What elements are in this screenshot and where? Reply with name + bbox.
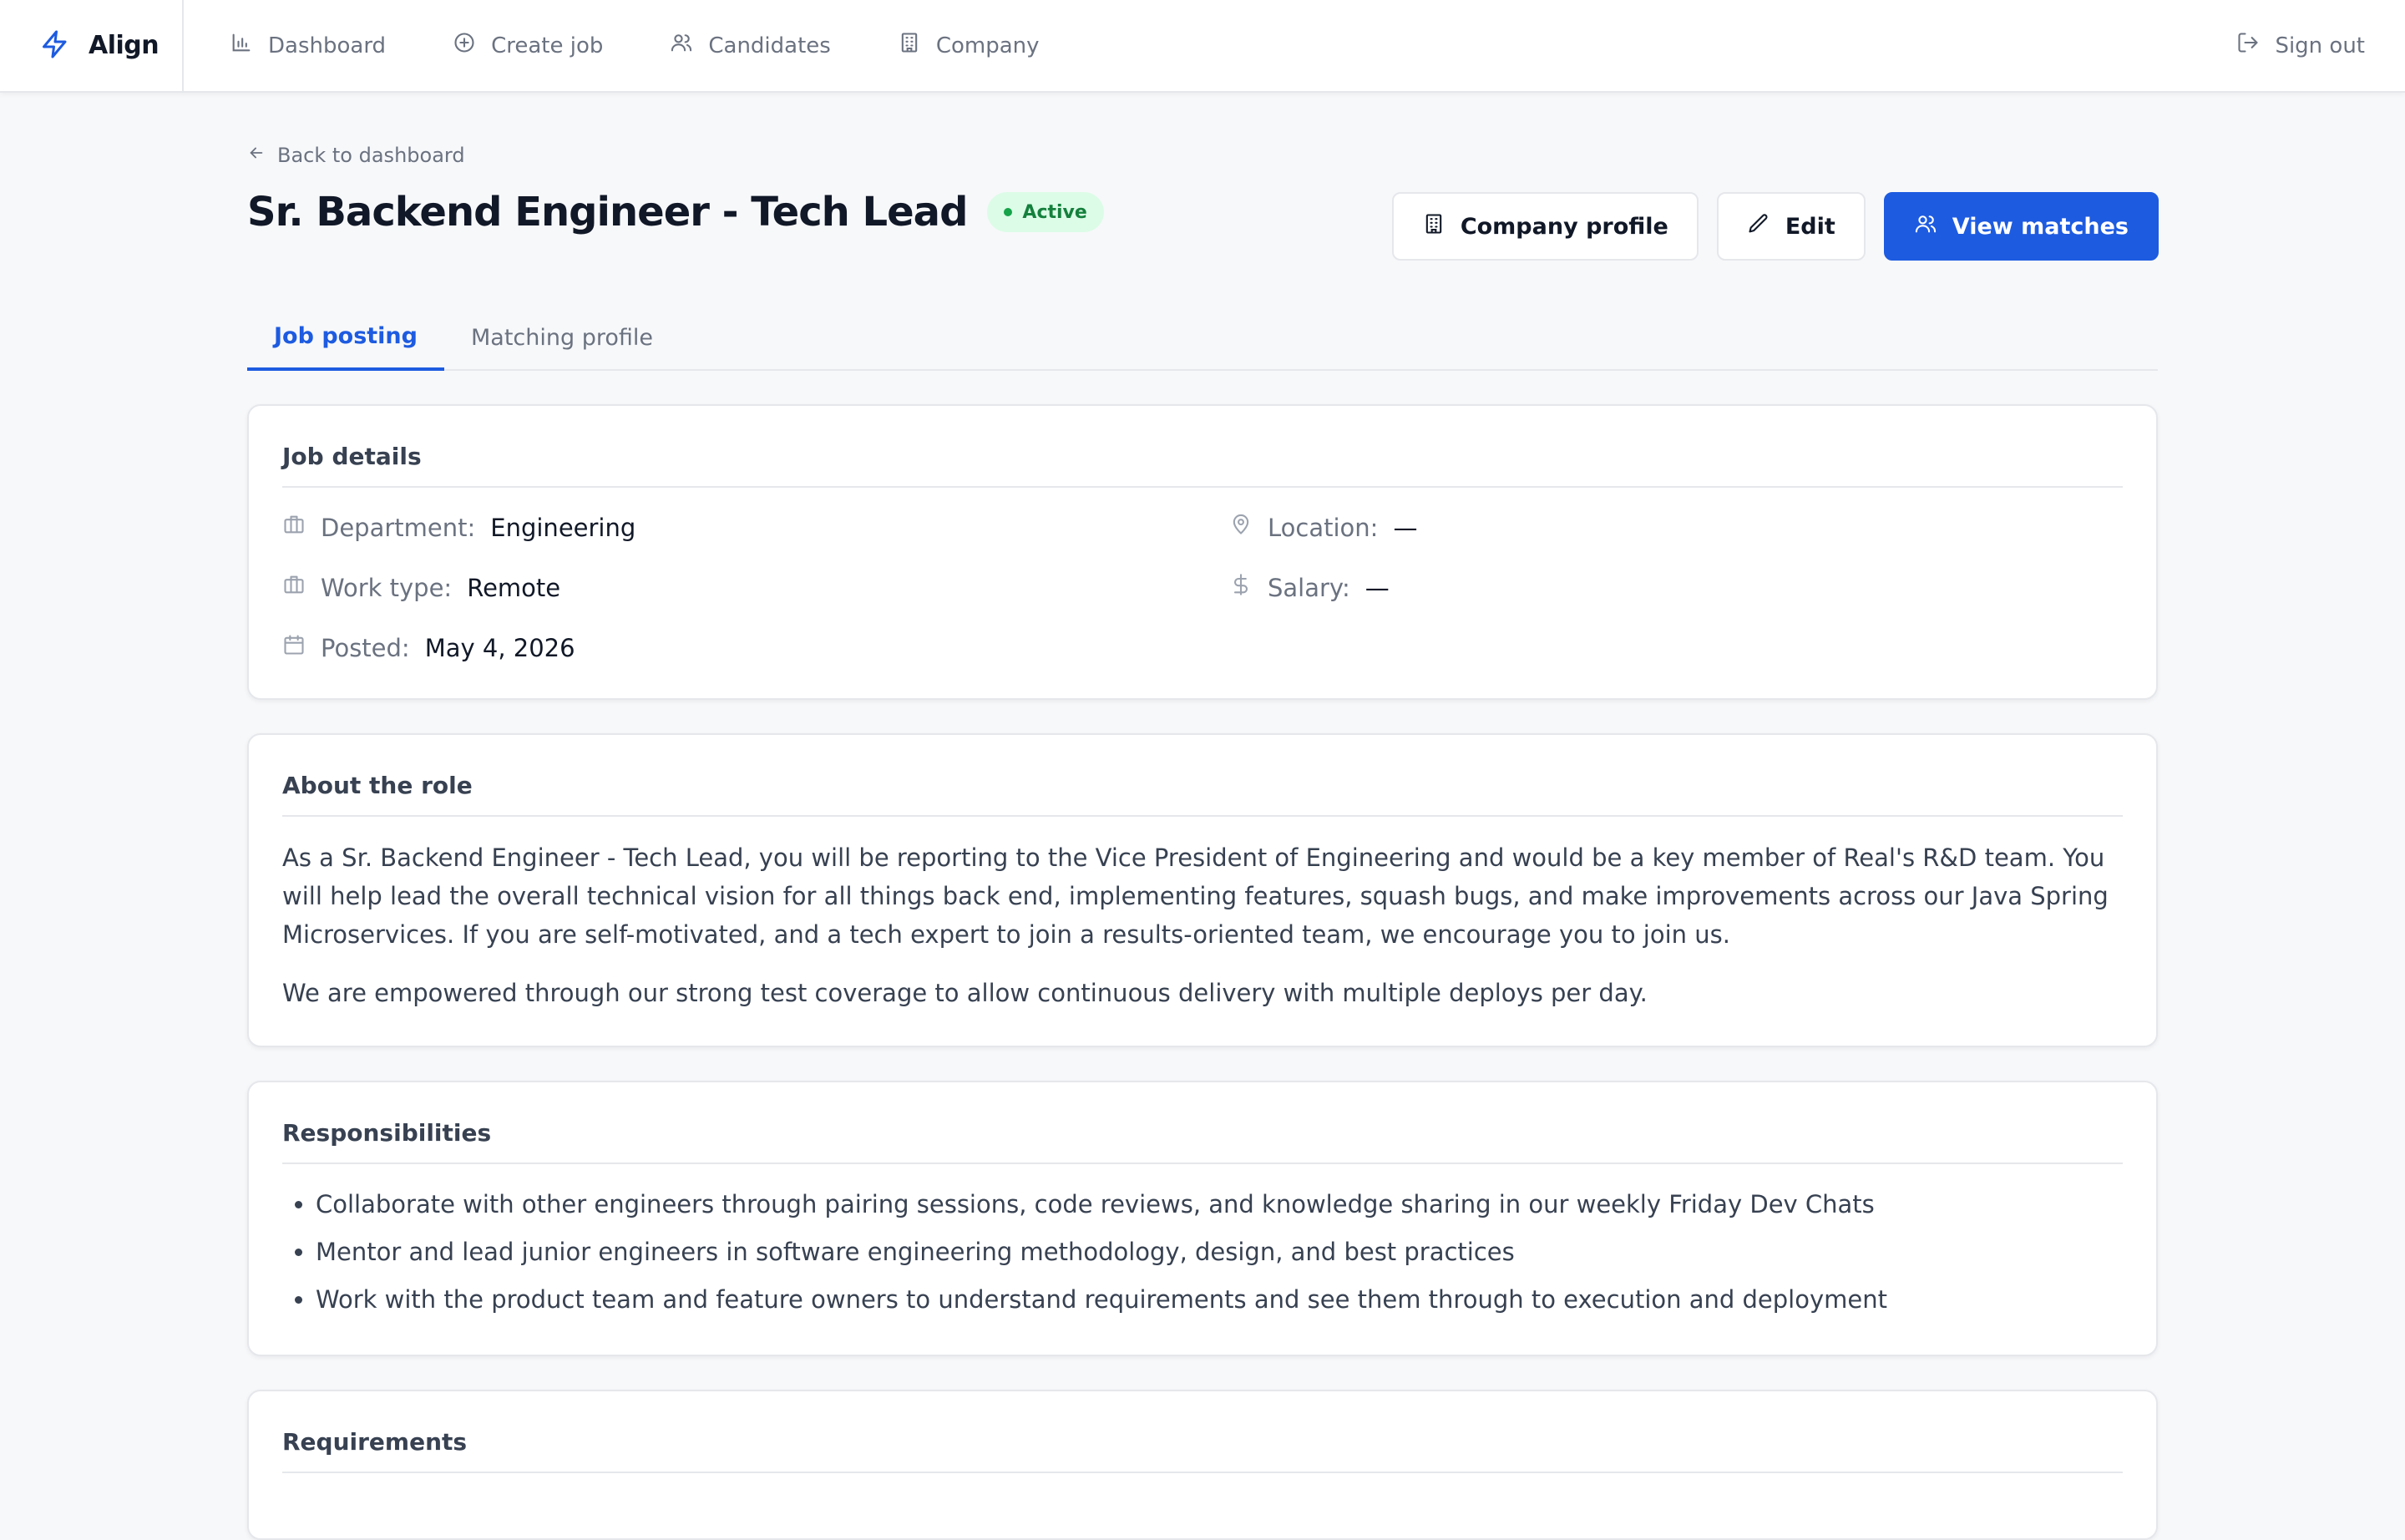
card-title: About the role — [282, 735, 2123, 817]
nav-item-candidates[interactable]: Candidates — [670, 31, 831, 60]
briefcase-icon — [282, 573, 306, 602]
arrow-left-icon — [247, 144, 266, 167]
job-details-card: Job details Department: Engineering Loca… — [247, 404, 2158, 700]
job-details-grid: Department: Engineering Location: — Work… — [282, 488, 2123, 697]
detail-value: Remote — [467, 573, 561, 602]
dollar-sign-icon — [1229, 573, 1253, 602]
about-role-card: About the role As a Sr. Backend Engineer… — [247, 733, 2158, 1047]
detail-label: Department: — [321, 513, 476, 542]
company-profile-label: Company profile — [1460, 213, 1668, 240]
users-icon — [670, 31, 693, 60]
tab-job-posting[interactable]: Job posting — [247, 304, 444, 371]
responsibilities-list: Collaborate with other engineers through… — [282, 1189, 2123, 1315]
nav-item-label: Candidates — [708, 33, 831, 58]
map-pin-icon — [1229, 513, 1253, 542]
top-navigation-bar: Align Dashboard Create job Candidates Co… — [0, 0, 2405, 93]
users-icon — [1914, 212, 1937, 241]
card-title: Responsibilities — [282, 1082, 2123, 1164]
title-row: Sr. Backend Engineer - Tech Lead Active — [247, 189, 1104, 236]
back-to-dashboard-link[interactable]: Back to dashboard — [247, 144, 465, 167]
nav-item-company[interactable]: Company — [898, 31, 1040, 60]
company-profile-button[interactable]: Company profile — [1391, 192, 1699, 261]
detail-value: May 4, 2026 — [424, 633, 575, 662]
building-icon — [898, 31, 921, 60]
pencil-icon — [1747, 212, 1770, 241]
about-paragraph: As a Sr. Backend Engineer - Tech Lead, y… — [282, 843, 2109, 949]
plus-circle-icon — [453, 31, 476, 60]
detail-value: — — [1393, 513, 1418, 542]
nav-item-create-job[interactable]: Create job — [453, 31, 603, 60]
status-badge: Active — [987, 192, 1104, 232]
edit-button[interactable]: Edit — [1716, 192, 1866, 261]
list-item: Collaborate with other engineers through… — [316, 1189, 2123, 1219]
card-title: Job details — [282, 406, 2123, 488]
nav-item-label: Create job — [491, 33, 604, 58]
detail-label: Posted: — [321, 633, 410, 662]
bar-chart-icon — [230, 31, 253, 60]
brand-logo[interactable]: Align — [0, 0, 184, 91]
detail-department: Department: Engineering — [282, 513, 635, 542]
detail-work-type: Work type: Remote — [282, 573, 560, 602]
detail-label: Work type: — [321, 573, 453, 602]
sign-out-icon — [2236, 31, 2260, 60]
tab-bar: Job posting Matching profile — [247, 304, 2158, 371]
sign-out-label: Sign out — [2275, 33, 2365, 58]
edit-label: Edit — [1785, 213, 1835, 240]
detail-posted: Posted: May 4, 2026 — [282, 633, 575, 662]
list-item: Mentor and lead junior engineers in soft… — [316, 1237, 2123, 1267]
nav-item-label: Company — [935, 33, 1040, 58]
card-title: Requirements — [282, 1391, 2123, 1473]
briefcase-icon — [282, 513, 306, 542]
detail-salary: Salary: — — [1229, 573, 1390, 602]
detail-label: Location: — [1268, 513, 1379, 542]
calendar-icon — [282, 633, 306, 662]
responsibilities-card: Responsibilities Collaborate with other … — [247, 1081, 2158, 1356]
list-item: Work with the product team and feature o… — [316, 1284, 2123, 1315]
page-title: Sr. Backend Engineer - Tech Lead — [247, 189, 968, 236]
back-link-label: Back to dashboard — [277, 144, 465, 167]
lightning-bolt-icon — [40, 28, 70, 63]
status-label: Active — [1022, 201, 1087, 223]
header-actions: Company profile Edit View matches — [1391, 192, 2159, 261]
about-paragraph: We are empowered through our strong test… — [282, 979, 1648, 1007]
building-icon — [1422, 212, 1446, 241]
nav-item-label: Dashboard — [268, 33, 387, 58]
detail-value: Engineering — [490, 513, 636, 542]
view-matches-button[interactable]: View matches — [1883, 192, 2159, 261]
detail-label: Salary: — [1268, 573, 1350, 602]
brand-name: Align — [89, 31, 159, 60]
status-dot — [1004, 208, 1013, 216]
view-matches-label: View matches — [1952, 213, 2129, 240]
nav-item-dashboard[interactable]: Dashboard — [230, 31, 386, 60]
sign-out-button[interactable]: Sign out — [2236, 0, 2365, 91]
tab-matching-profile[interactable]: Matching profile — [444, 304, 680, 371]
detail-value: — — [1365, 573, 1390, 602]
main-nav: Dashboard Create job Candidates Company — [230, 0, 1040, 91]
detail-location: Location: — — [1229, 513, 1417, 542]
requirements-card: Requirements — [247, 1390, 2158, 1540]
